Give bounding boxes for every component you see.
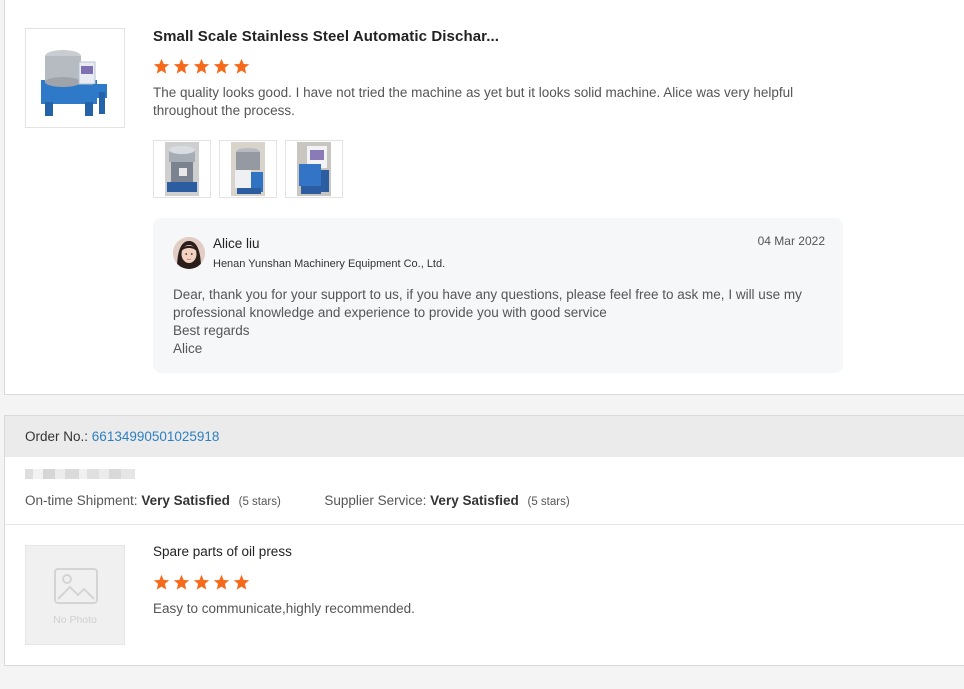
product-title[interactable]: Small Scale Stainless Steel Automatic Di… bbox=[153, 28, 499, 45]
star-icon bbox=[193, 58, 210, 74]
order-label: Order No.: bbox=[25, 429, 89, 444]
star-icon bbox=[173, 58, 190, 74]
review-photo[interactable] bbox=[153, 140, 211, 198]
service-label: Supplier Service: bbox=[324, 493, 427, 508]
image-placeholder-icon bbox=[54, 568, 98, 604]
review-card: Order No.: 66134990501025918 On-time Shi… bbox=[4, 415, 964, 666]
star-icon bbox=[153, 58, 170, 74]
shipment-value: Very Satisfied bbox=[141, 493, 230, 508]
review-card: Small Scale Stainless Steel Automatic Di… bbox=[4, 0, 964, 395]
supplier-company: Henan Yunshan Machinery Equipment Co., L… bbox=[213, 258, 446, 270]
supplier-reply: Alice liu Henan Yunshan Machinery Equipm… bbox=[153, 218, 843, 373]
supplier-avatar-image bbox=[173, 237, 205, 269]
star-icon bbox=[153, 574, 170, 590]
star-rating bbox=[153, 58, 250, 75]
oil-press-photo bbox=[297, 142, 331, 196]
reply-line: Best regards bbox=[173, 323, 250, 338]
star-icon bbox=[193, 574, 210, 590]
reply-text: Dear, thank you for your support to us, … bbox=[173, 286, 823, 358]
order-header: Order No.: 66134990501025918 bbox=[5, 416, 964, 457]
divider bbox=[5, 524, 964, 525]
service-value: Very Satisfied bbox=[430, 493, 519, 508]
review-photo[interactable] bbox=[219, 140, 277, 198]
reply-line: Dear, thank you for your support to us, … bbox=[173, 287, 802, 320]
order-number: Order No.: 66134990501025918 bbox=[25, 429, 219, 444]
review-text: Easy to communicate,highly recommended. bbox=[153, 601, 415, 616]
service-stars: (5 stars) bbox=[527, 496, 570, 508]
star-icon bbox=[213, 574, 230, 590]
shipment-label: On-time Shipment: bbox=[25, 493, 138, 508]
oil-press-machine-image bbox=[41, 50, 107, 116]
shipment-stars: (5 stars) bbox=[238, 496, 281, 508]
reply-line: Alice bbox=[173, 341, 203, 356]
star-rating bbox=[153, 574, 250, 591]
avatar bbox=[173, 237, 205, 269]
order-number-link[interactable]: 66134990501025918 bbox=[92, 429, 220, 444]
oil-press-photo bbox=[165, 142, 199, 196]
product-thumbnail[interactable] bbox=[25, 28, 125, 128]
supplier-ratings: On-time Shipment: Very Satisfied (5 star… bbox=[25, 493, 570, 508]
no-photo-placeholder: No Photo bbox=[25, 545, 125, 645]
star-icon bbox=[233, 574, 250, 590]
review-text: The quality looks good. I have not tried… bbox=[153, 85, 794, 118]
star-icon bbox=[173, 574, 190, 590]
product-title[interactable]: Spare parts of oil press bbox=[153, 544, 292, 559]
oil-press-photo bbox=[231, 142, 265, 196]
no-photo-label: No Photo bbox=[53, 614, 97, 626]
star-icon bbox=[213, 58, 230, 74]
blurred-buyer-name bbox=[25, 467, 145, 481]
star-icon bbox=[233, 58, 250, 74]
reply-date: 04 Mar 2022 bbox=[757, 234, 825, 248]
supplier-name: Alice liu bbox=[213, 236, 260, 251]
review-photo[interactable] bbox=[285, 140, 343, 198]
